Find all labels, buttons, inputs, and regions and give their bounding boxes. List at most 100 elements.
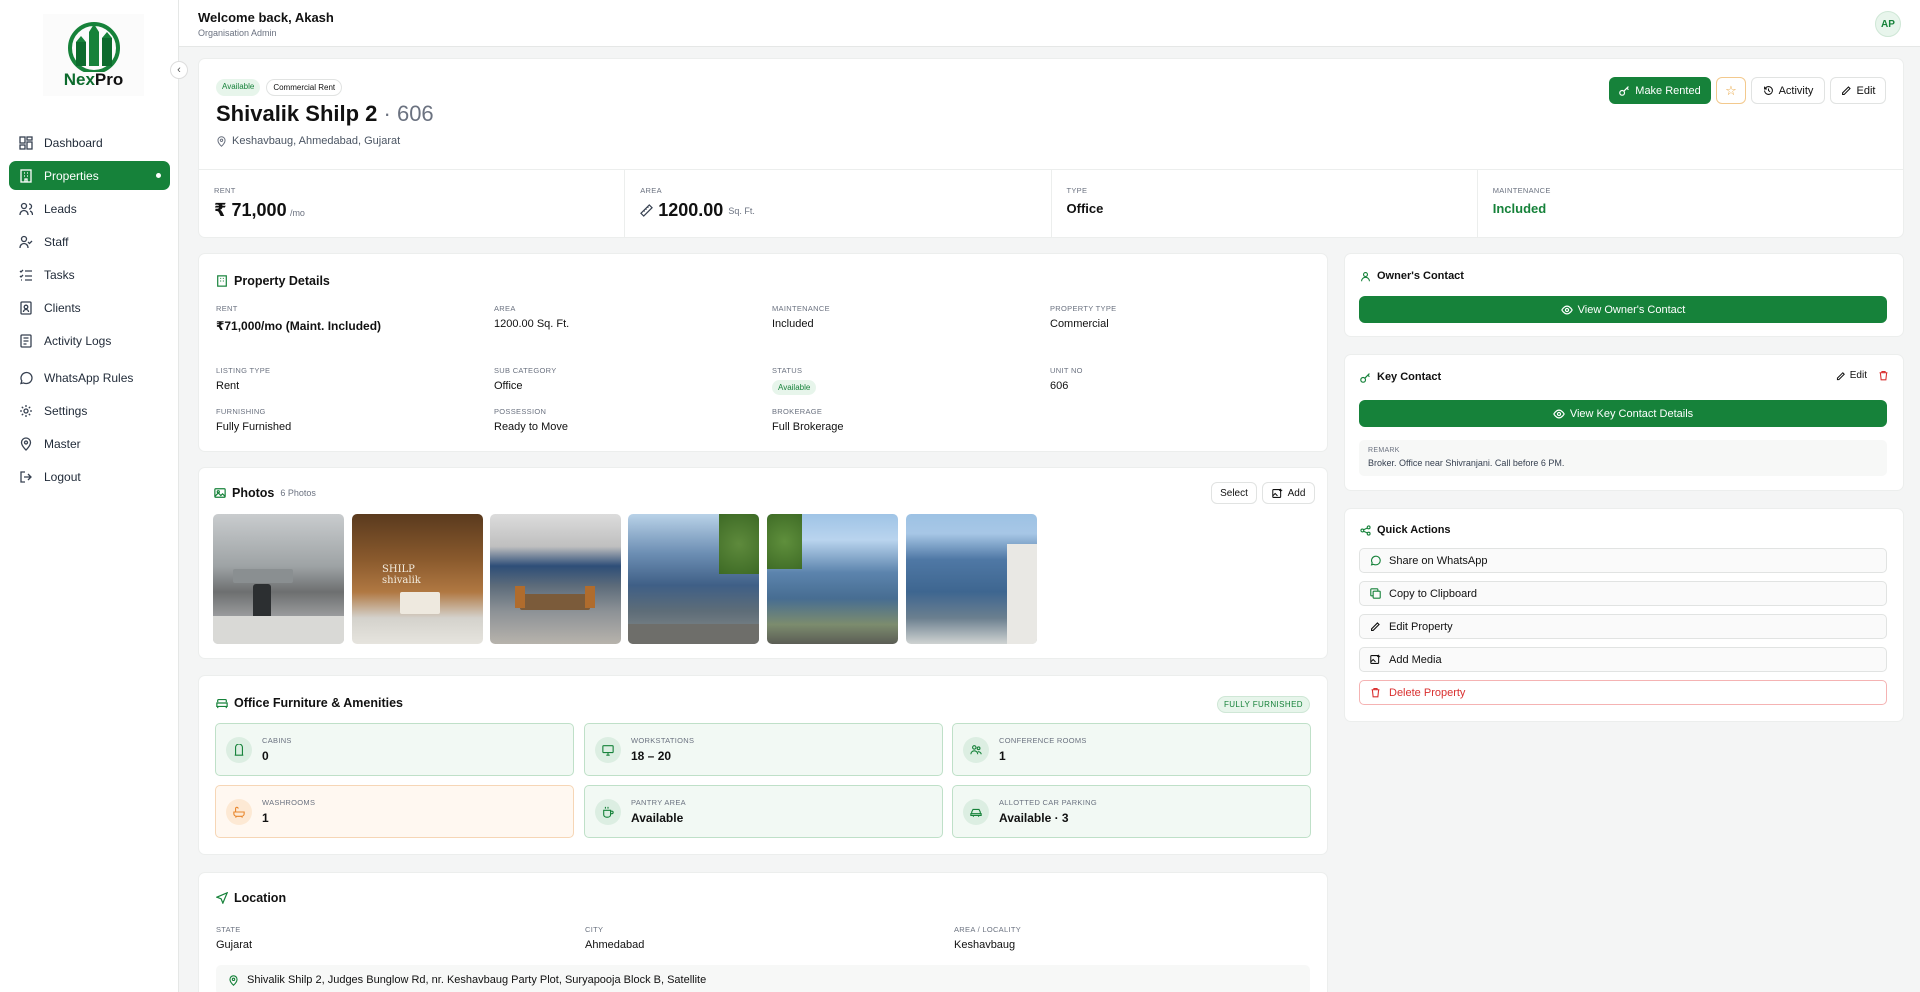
property-header-card: Available Commercial Rent Shivalik Shilp… — [198, 58, 1904, 238]
key-contact-card: Key Contact Edit View Key Contact Detail… — [1344, 354, 1904, 491]
user-icon — [1361, 271, 1370, 281]
sidebar-item-label: Properties — [44, 168, 99, 183]
group-icon — [963, 737, 989, 763]
amenity-pantry-area: PANTRY AREA Available — [584, 785, 943, 838]
sidebar-item-label: WhatsApp Rules — [44, 370, 134, 385]
amenity-car-parking: ALLOTTED CAR PARKING Available · 3 — [952, 785, 1311, 838]
full-address: Shivalik Shilp 2, Judges Bunglow Rd, nr.… — [216, 965, 1310, 992]
listing-badge: Commercial Rent — [266, 79, 343, 96]
sidebar-item-master[interactable]: Master — [9, 429, 170, 458]
photo-thumbnail[interactable] — [490, 514, 621, 644]
sidebar-item-label: Settings — [44, 403, 88, 418]
nexpro-logo[interactable]: NexPro — [43, 14, 144, 96]
bath-icon — [226, 799, 252, 825]
sidebar-item-staff[interactable]: Staff — [9, 227, 170, 256]
sidebar-item-clients[interactable]: Clients — [9, 293, 170, 322]
sidebar-item-settings[interactable]: Settings — [9, 396, 170, 425]
quick-actions-title: Quick Actions — [1360, 524, 1451, 536]
page-title: Shivalik Shilp 2 · 606 — [216, 101, 434, 127]
amenity-workstations: WORKSTATIONS 18 – 20 — [584, 723, 943, 776]
sidebar-item-whatsapp-rules[interactable]: WhatsApp Rules — [9, 363, 170, 392]
navigation-icon — [216, 892, 228, 904]
detail-sub-category: SUB CATEGORY Office — [494, 366, 557, 392]
sidebar-item-logout[interactable]: Logout — [9, 462, 170, 491]
favorite-button[interactable]: ☆ — [1716, 77, 1746, 104]
photo-thumbnail[interactable]: SHILP shivalik — [352, 514, 483, 644]
add-media-button[interactable]: Add Media — [1359, 647, 1887, 672]
map-pin-icon — [217, 135, 226, 147]
sidebar-item-label: Master — [44, 436, 81, 451]
sidebar-item-label: Staff — [44, 234, 69, 249]
active-indicator — [156, 173, 161, 178]
copy-clipboard-button[interactable]: Copy to Clipboard — [1359, 581, 1887, 606]
collapse-sidebar-button[interactable]: ‹ — [170, 61, 188, 79]
status-badge: Available — [216, 79, 261, 96]
trash-icon — [1879, 371, 1888, 381]
delete-key-contact-button[interactable] — [1878, 370, 1889, 384]
image-add-icon — [1370, 654, 1381, 664]
tasks-icon — [18, 267, 34, 283]
sofa-icon — [216, 698, 228, 709]
photos-title: Photos 6 Photos — [214, 486, 316, 500]
activity-button[interactable]: Activity — [1751, 77, 1825, 104]
detail-listing-type: LISTING TYPE Rent — [216, 366, 271, 392]
add-photo-button[interactable]: Add — [1262, 482, 1315, 504]
share-icon — [1360, 524, 1371, 536]
edit-property-button[interactable]: Edit Property — [1359, 614, 1887, 639]
property-name: Shivalik Shilp 2 — [216, 101, 378, 126]
photo-thumbnail[interactable] — [628, 514, 759, 644]
logs-icon — [18, 333, 34, 349]
avatar[interactable]: AP — [1875, 11, 1901, 37]
stat-area: AREA 1200.00 Sq. Ft. — [625, 170, 1052, 238]
edit-button[interactable]: Edit — [1830, 77, 1886, 104]
users-icon — [18, 201, 34, 217]
share-whatsapp-button[interactable]: Share on WhatsApp — [1359, 548, 1887, 573]
select-photos-button[interactable]: Select — [1211, 482, 1257, 504]
status-badge: Available — [772, 380, 817, 395]
property-details-card: Property Details RENT ₹71,000/mo (Maint. … — [198, 253, 1328, 452]
photo-thumbnail[interactable] — [906, 514, 1037, 644]
photo-count: 6 Photos — [280, 488, 316, 498]
sidebar: NexPro Dashboard Properties Leads Staff … — [0, 0, 179, 992]
eye-icon — [1553, 409, 1565, 418]
sidebar-item-leads[interactable]: Leads — [9, 194, 170, 223]
detail-property-type: PROPERTY TYPE Commercial — [1050, 304, 1117, 330]
user-role: Organisation Admin — [198, 28, 277, 38]
delete-property-button[interactable]: Delete Property — [1359, 680, 1887, 705]
detail-unit-no: UNIT NO 606 — [1050, 366, 1083, 392]
image-add-icon — [1271, 488, 1282, 498]
sidebar-item-label: Clients — [44, 300, 81, 315]
building-icon — [217, 275, 227, 287]
sidebar-item-activity-logs[interactable]: Activity Logs — [9, 326, 170, 355]
eye-icon — [1560, 305, 1573, 314]
amenities-title: Office Furniture & Amenities — [216, 696, 403, 710]
detail-area: AREA 1200.00 Sq. Ft. — [494, 304, 570, 330]
sidebar-item-label: Tasks — [44, 267, 75, 282]
photo-thumbnail[interactable] — [767, 514, 898, 644]
ruler-icon — [640, 204, 654, 217]
trash-icon — [1371, 688, 1380, 698]
sidebar-item-properties[interactable]: Properties — [9, 161, 170, 190]
view-key-contact-button[interactable]: View Key Contact Details — [1359, 400, 1887, 427]
gear-icon — [18, 403, 34, 419]
edit-key-contact-button[interactable]: Edit — [1836, 370, 1867, 381]
sidebar-item-label: Dashboard — [44, 135, 103, 150]
building-icon — [18, 168, 34, 184]
location-card: Location STATE Gujarat CITY Ahmedabad AREA… — [198, 872, 1328, 992]
address-text: Keshavbaug, Ahmedabad, Gujarat — [232, 135, 401, 147]
key-icon — [1619, 86, 1630, 96]
view-owner-contact-button[interactable]: View Owner's Contact — [1359, 296, 1887, 323]
make-rented-button[interactable]: Make Rented — [1609, 77, 1711, 104]
sidebar-item-dashboard[interactable]: Dashboard — [9, 128, 170, 157]
logout-icon — [18, 469, 34, 485]
stat-type: TYPE Office — [1052, 170, 1478, 238]
property-details-title: Property Details — [216, 274, 330, 288]
monitor-icon — [595, 737, 621, 763]
sidebar-item-tasks[interactable]: Tasks — [9, 260, 170, 289]
remark-text: Broker. Office near Shivranjani. Call be… — [1368, 458, 1565, 468]
photo-thumbnail[interactable] — [213, 514, 344, 644]
copy-icon — [1370, 588, 1381, 599]
pencil-icon — [1371, 622, 1380, 631]
detail-possession: POSSESSION Ready to Move — [494, 407, 568, 433]
stats-row: RENT ₹ 71,000 /mo AREA 1200.00 Sq. Ft. T… — [199, 170, 1903, 238]
